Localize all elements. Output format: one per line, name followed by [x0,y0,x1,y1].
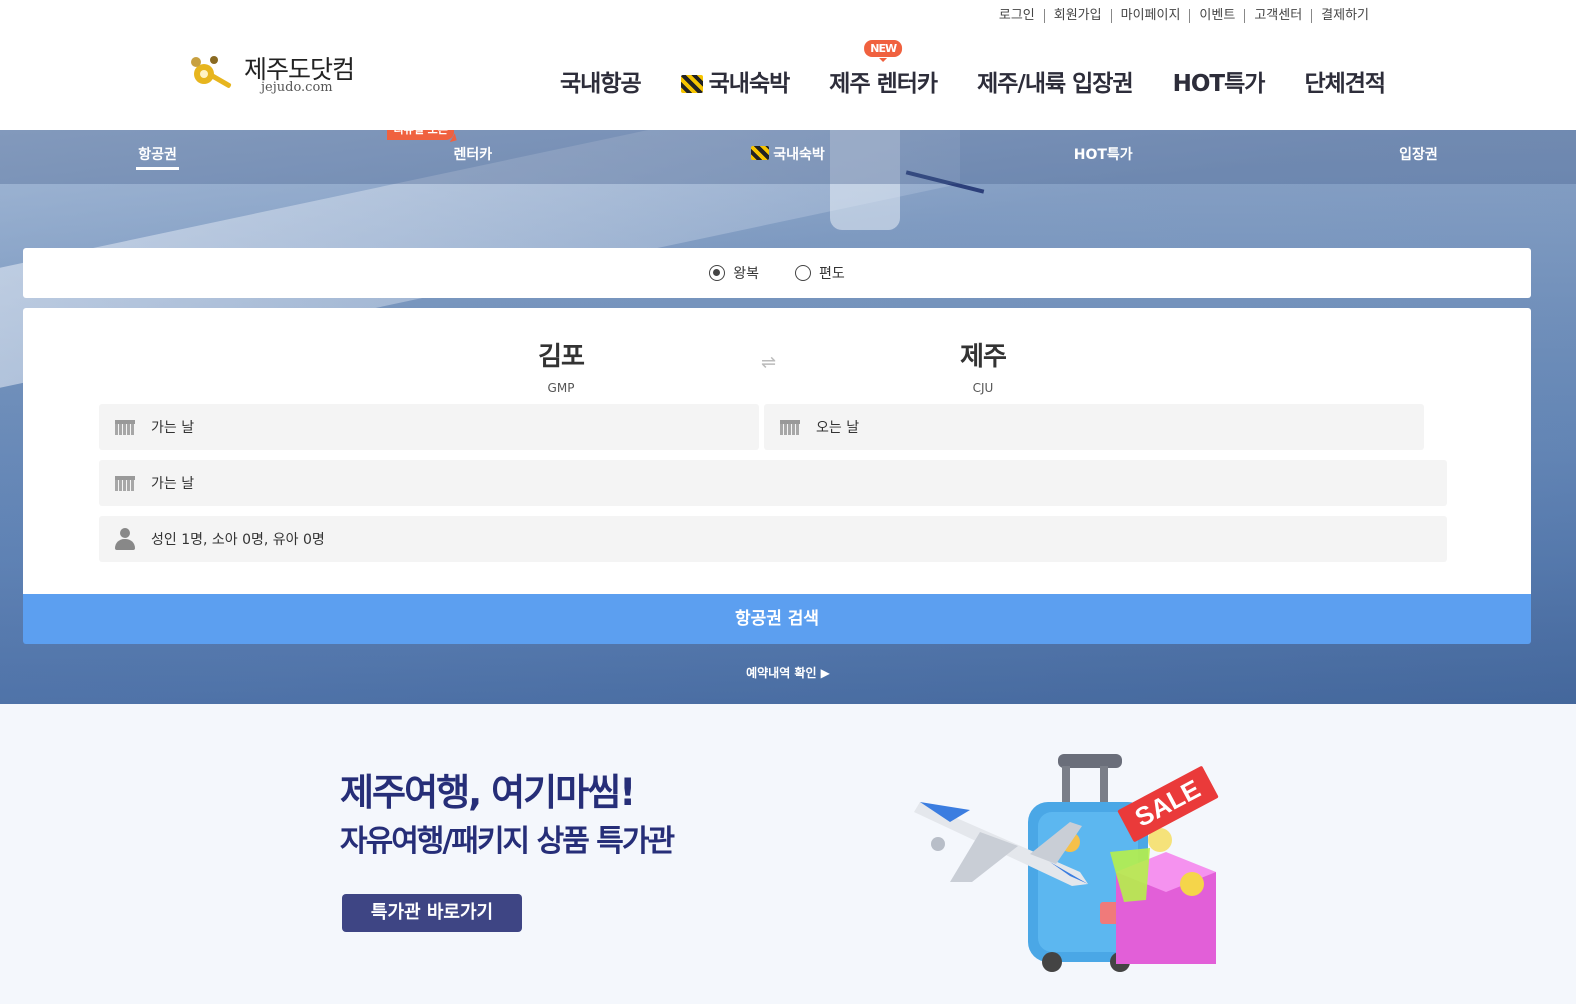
key-logo-icon [191,56,232,88]
nav-label: 국내숙박 [708,71,791,97]
tab-label: 국내숙박 [773,147,825,163]
arrival-city[interactable]: 제주 CJU [903,336,1063,395]
main-nav: 국내항공 국내숙박 NEW 제주 렌터카 제주/내륙 입장권 HOT특가 단체견적 [540,40,1405,98]
departure-city[interactable]: 김포 GMP [481,336,641,395]
new-badge: NEW [864,40,903,62]
tab-label-wrap: 국내숙박 [749,130,827,180]
arrival-city-name: 제주 [960,342,1007,372]
hero-search-section: 항공권 리뉴얼 오픈렌터카 국내숙박 HOT특가 입장권 왕복 편도 김포 GM… [0,130,1576,704]
nav-domestic-air[interactable]: 국내항공 [540,64,661,98]
mypage-link[interactable]: 마이페이지 [1112,8,1190,24]
nav-tickets[interactable]: 제주/내륙 입장권 [957,64,1153,98]
nav-label: 국내항공 [560,71,642,97]
depart-date-field[interactable]: 가는 날 [99,404,759,450]
return-date-field[interactable]: 오는 날 [764,404,1424,450]
promo-title: 제주여행, 여기마씸! [340,771,636,814]
payment-link[interactable]: 결제하기 [1312,8,1378,24]
calendar-icon [115,419,135,435]
nav-jeju-rentcar[interactable]: NEW 제주 렌터카 [809,40,957,98]
depart-date-field-single[interactable]: 가는 날 [99,460,1447,506]
renewal-badge: 리뉴얼 오픈 [387,130,454,140]
logo-domain: jejudo.com [261,80,333,95]
passenger-summary: 성인 1명, 소아 0명, 유아 0명 [151,532,325,548]
tab-label: HOT특가 [1073,147,1133,163]
customer-center-link[interactable]: 고객센터 [1245,8,1311,24]
event-link[interactable]: 이벤트 [1190,8,1244,24]
depart-date-placeholder: 가는 날 [151,420,195,436]
depart-date-placeholder: 가는 날 [151,476,195,492]
nav-hot-deals[interactable]: HOT특가 [1153,64,1285,98]
nav-label: 제주 렌터카 [829,71,938,97]
passenger-selector[interactable]: 성인 1명, 소아 0명, 유아 0명 [99,516,1447,562]
radio-label: 편도 [819,266,845,282]
tab-flight[interactable]: 항공권 [0,130,315,184]
radio-selected-icon [709,265,726,281]
promo-deals-button[interactable]: 특가관 바로가기 [342,894,522,932]
nav-domestic-stay[interactable]: 국내숙박 [661,64,810,98]
round-trip-radio[interactable]: 왕복 [709,263,759,283]
tab-stay[interactable]: 국내숙박 [630,130,945,184]
site-logo[interactable]: 제주도닷컴 jejudo.com [188,50,358,98]
departure-city-name: 김포 [538,342,585,372]
promo-subtitle: 자유여행/패키지 상품 특가관 [340,824,675,859]
tab-tickets[interactable]: 입장권 [1261,130,1576,184]
swap-route-icon[interactable]: ⇌ [761,352,776,373]
construction-icon [751,146,770,160]
tab-rentcar[interactable]: 리뉴얼 오픈렌터카 [315,130,630,184]
search-category-tabs: 항공권 리뉴얼 오픈렌터카 국내숙박 HOT특가 입장권 [0,130,1576,184]
tab-label-wrap: 리뉴얼 오픈렌터카 [387,130,494,180]
construction-icon [680,75,703,93]
reservation-check-link[interactable]: 예약내역 확인 ▶ [0,664,1576,681]
flight-search-form: 김포 GMP ⇌ 제주 CJU 가는 날 오는 날 가는 날 성인 1명, 소아… [23,308,1531,594]
tab-label: 항공권 [136,130,179,180]
calendar-icon [780,419,800,435]
promo-banner: 제주여행, 여기마씸! 자유여행/패키지 상품 특가관 특가관 바로가기 SAL… [0,704,1576,1004]
flight-search-button[interactable]: 항공권 검색 [23,594,1531,644]
calendar-icon [115,475,135,491]
tab-label: 렌터카 [453,147,493,163]
radio-label: 왕복 [733,266,759,282]
one-way-radio[interactable]: 편도 [795,263,845,283]
nav-label: HOT특가 [1172,71,1266,97]
tab-hot-deals[interactable]: HOT특가 [946,130,1261,184]
travel-sale-illustration: SALE [914,754,1219,972]
nav-label: 단체견적 [1304,71,1386,97]
header: 로그인 회원가입 마이페이지 이벤트 고객센터 결제하기 제주도닷컴 jejud… [0,0,1576,130]
nav-group-quote[interactable]: 단체견적 [1284,64,1405,98]
departure-city-code: GMP [547,381,575,395]
signup-link[interactable]: 회원가입 [1045,8,1111,24]
person-icon [115,528,135,550]
nav-label: 제주/내륙 입장권 [977,71,1134,97]
radio-unselected-icon [795,265,811,281]
trip-type-selector: 왕복 편도 [23,248,1531,298]
return-date-placeholder: 오는 날 [816,420,860,436]
utility-nav: 로그인 회원가입 마이페이지 이벤트 고객센터 결제하기 [990,8,1378,24]
login-link[interactable]: 로그인 [990,8,1044,24]
arrival-city-code: CJU [972,381,994,395]
tab-label: 입장권 [1399,147,1438,163]
